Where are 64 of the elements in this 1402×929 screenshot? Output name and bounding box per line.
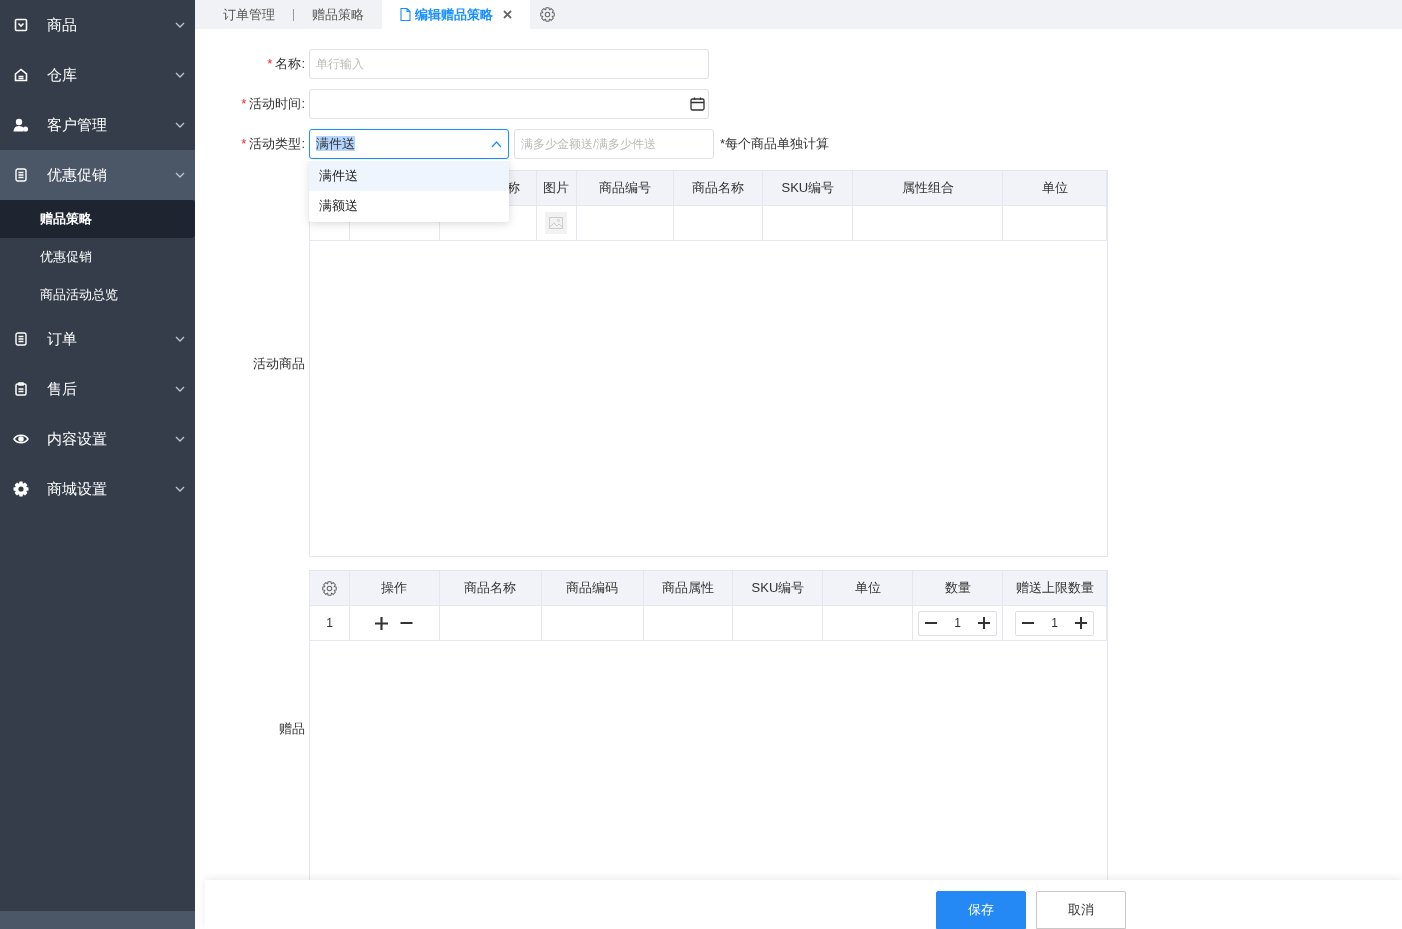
column-header: 数量	[944, 579, 971, 598]
chevron-icon	[175, 386, 185, 392]
add-icon[interactable]	[375, 616, 389, 630]
submenu-item[interactable]: 优惠促销	[0, 238, 195, 276]
chevron-icon	[175, 172, 185, 178]
close-icon[interactable]	[503, 10, 512, 19]
required-mark: *	[241, 135, 247, 154]
stepper-value: 1	[1050, 615, 1059, 632]
required-mark: *	[241, 95, 247, 114]
dropdown-option[interactable]: 满额送	[309, 191, 509, 221]
row-number: 1	[326, 615, 333, 632]
chevron-icon	[175, 486, 185, 492]
submenu-item[interactable]: 赠品策略	[0, 200, 195, 238]
caret-icon	[491, 140, 502, 148]
column-header: 商品属性	[662, 579, 715, 598]
chevron-icon	[175, 22, 185, 28]
column-header: 单位	[1041, 179, 1068, 198]
number-stepper[interactable]: 1	[1015, 610, 1095, 636]
menu-icon	[13, 117, 29, 133]
date-range-field[interactable]	[309, 89, 709, 119]
menu-icon	[13, 17, 29, 33]
column-header: 赠送上限数量	[1015, 579, 1094, 598]
chevron-icon	[175, 72, 185, 78]
menu-icon	[13, 381, 29, 397]
column-header: 商品名称	[692, 179, 745, 198]
column-header: SKU编号	[751, 579, 805, 598]
menu-icon	[13, 481, 29, 497]
chevron-icon	[175, 122, 185, 128]
section-label: 赠品	[279, 720, 305, 739]
column-header: 商品编码	[566, 579, 619, 598]
name-field[interactable]: 单行输入	[309, 49, 709, 79]
required-mark: *	[267, 55, 273, 74]
menu-item[interactable]: 优惠促销	[0, 150, 195, 200]
field-label: 活动类型:	[249, 135, 305, 154]
column-header: 单位	[854, 579, 881, 598]
column-header: 属性组合	[901, 179, 954, 198]
column-header: SKU编号	[781, 179, 835, 198]
dropdown-option[interactable]: 满件送	[309, 161, 509, 191]
field-label: 活动时间:	[249, 95, 305, 114]
stepper-value: 1	[953, 615, 963, 632]
section-label: 活动商品	[253, 354, 305, 373]
field-label: 名称:	[275, 55, 305, 74]
submenu-item[interactable]: 商品活动总览	[0, 276, 195, 314]
document-icon	[400, 8, 411, 21]
settings-icon[interactable]	[321, 580, 337, 596]
column-header: 商品编号	[598, 179, 651, 198]
note-text: *每个商品单独计算	[720, 135, 830, 154]
type-select[interactable]: 满件送	[309, 129, 509, 159]
menu-icon	[13, 331, 29, 347]
image-placeholder-icon	[545, 212, 568, 234]
number-stepper[interactable]: 1	[918, 610, 998, 636]
chevron-icon	[175, 436, 185, 442]
chevron-icon	[175, 336, 185, 342]
menu-icon	[13, 167, 29, 183]
tab[interactable]: 订单管理	[205, 0, 293, 29]
calendar-icon	[690, 97, 705, 111]
footer-button[interactable]: 取消	[1036, 891, 1126, 929]
column-header: 操作	[381, 579, 408, 598]
column-header: 图片	[543, 179, 570, 198]
footer-button[interactable]: 保存	[936, 891, 1026, 929]
threshold-field[interactable]: 满多少金额送/满多少件送	[514, 129, 714, 159]
column-header: 商品名称	[464, 579, 517, 598]
tab[interactable]: 赠品策略	[294, 0, 382, 29]
menu-icon	[13, 67, 29, 83]
